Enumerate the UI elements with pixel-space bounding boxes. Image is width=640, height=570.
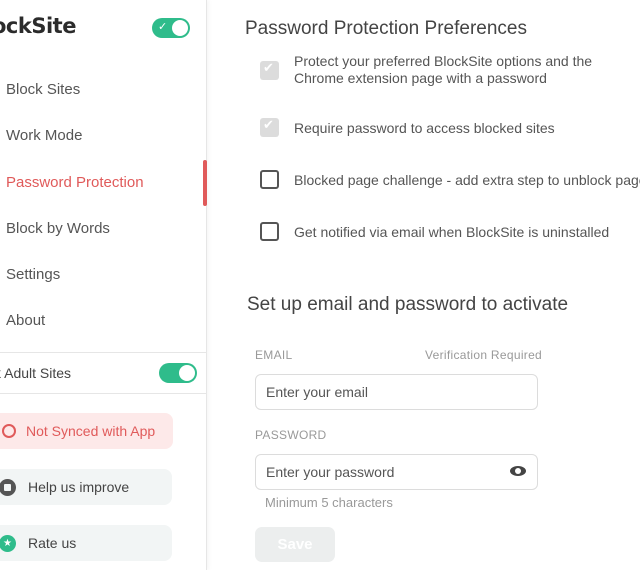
option-checkbox-require-password[interactable]	[260, 118, 279, 137]
password-input[interactable]	[255, 454, 538, 490]
toggle-knob	[172, 20, 188, 36]
feedback-icon	[0, 478, 16, 496]
save-button[interactable]: Save	[255, 527, 335, 562]
sidebar: ockSite ✓ Block Sites Work Mode Password…	[0, 0, 207, 570]
password-label: PASSWORD	[255, 428, 327, 442]
sidebar-item-about[interactable]: About	[6, 312, 45, 329]
block-adult-sites-toggle[interactable]	[159, 363, 197, 383]
option-checkbox-page-challenge[interactable]	[260, 170, 279, 189]
option-label-email-notify: Get notified via email when BlockSite is…	[294, 224, 610, 240]
rate-us-label: Rate us	[28, 535, 77, 551]
email-label: EMAIL	[255, 348, 293, 362]
sidebar-item-password-protection[interactable]: Password Protection	[6, 174, 144, 191]
active-indicator	[203, 160, 207, 206]
sync-status-button[interactable]: Not Synced with App	[0, 413, 173, 449]
sync-status-label: Not Synced with App	[26, 423, 156, 439]
setup-title: Set up email and password to activate	[247, 294, 569, 315]
sync-warning-icon	[2, 424, 16, 438]
email-input[interactable]	[255, 374, 538, 410]
help-improve-button[interactable]: Help us improve	[0, 469, 172, 505]
option-label-protect-options: Protect your preferred BlockSite options…	[294, 53, 593, 86]
toggle-knob	[179, 365, 195, 381]
show-password-eye-icon[interactable]	[510, 466, 526, 476]
option-checkbox-protect-options[interactable]	[260, 61, 279, 80]
verification-required-note: Verification Required	[425, 348, 543, 362]
sidebar-item-settings[interactable]: Settings	[6, 266, 60, 283]
extension-enabled-toggle[interactable]: ✓	[152, 18, 190, 38]
rate-us-button[interactable]: ★ Rate us	[0, 525, 172, 561]
block-adult-sites-label: k Adult Sites	[0, 365, 72, 381]
app-logo: ockSite	[0, 14, 76, 38]
preferences-title: Password Protection Preferences	[245, 18, 527, 39]
star-icon: ★	[0, 534, 16, 552]
sidebar-item-block-by-words[interactable]: Block by Words	[6, 220, 110, 237]
divider	[0, 393, 207, 394]
check-icon: ✓	[158, 20, 168, 33]
sidebar-item-block-sites[interactable]: Block Sites	[6, 81, 80, 98]
option-label-require-password: Require password to access blocked sites	[294, 120, 555, 136]
help-improve-label: Help us improve	[28, 479, 130, 495]
divider	[0, 352, 207, 353]
sidebar-item-work-mode[interactable]: Work Mode	[6, 127, 82, 144]
password-hint: Minimum 5 characters	[265, 495, 393, 510]
option-label-page-challenge: Blocked page challenge - add extra step …	[294, 172, 640, 188]
option-checkbox-email-notify[interactable]	[260, 222, 279, 241]
